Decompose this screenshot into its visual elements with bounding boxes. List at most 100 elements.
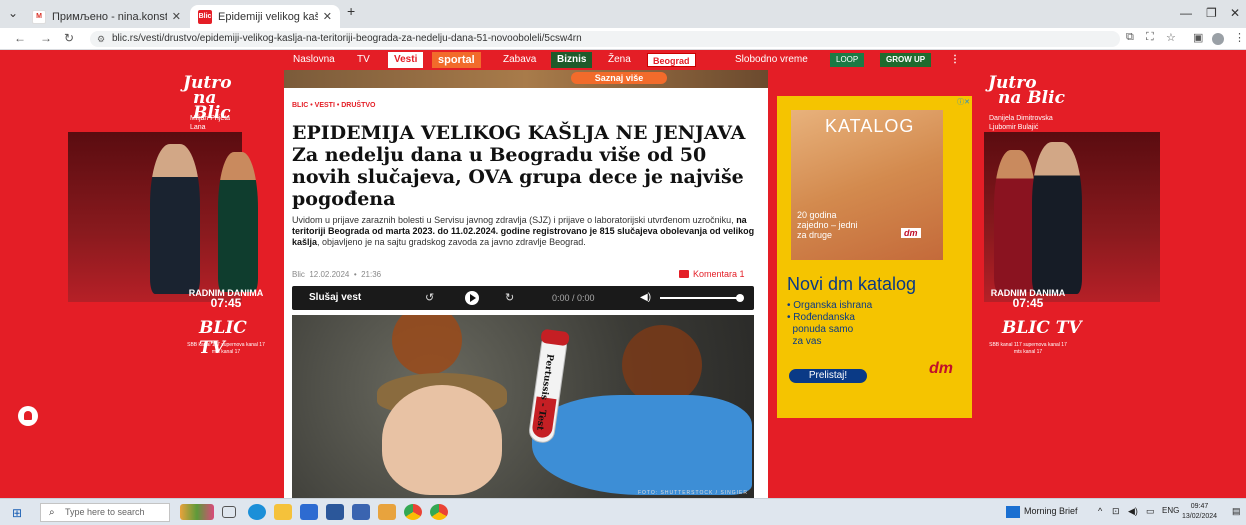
windows-start-icon[interactable]: ⊞ — [12, 506, 22, 520]
tab-list-icon[interactable]: ⌄ — [8, 6, 18, 20]
volume-knob[interactable] — [736, 294, 744, 302]
chrome-icon[interactable] — [430, 504, 448, 520]
dm-ad-title: Novi dm katalog — [787, 274, 917, 294]
nav-biznis[interactable]: Biznis — [551, 52, 593, 68]
nav-naslovna[interactable]: Naslovna — [293, 50, 335, 70]
nav-loop[interactable]: LOOP — [830, 53, 865, 67]
nav-sportal[interactable]: sportal — [432, 52, 481, 68]
ad-hosts: Danijela Dimitrovska Ljubomir Bulajić — [989, 115, 1053, 131]
new-tab-icon[interactable]: + — [347, 3, 355, 19]
article-photo[interactable]: Pertussis - Test FOTO: SHUTTERSTOCK / SI… — [292, 315, 754, 498]
weather-icon[interactable] — [1006, 506, 1020, 518]
dm-catalog-ad[interactable]: ⓘ✕ KATALOG 20 godina zajedno – jedni za … — [777, 96, 972, 418]
taskbar: ⊞ ⌕ Type here to search Morning Brief ^ … — [0, 498, 1246, 525]
article-headline: EPIDEMIJA VELIKOG KAŠLJA NE JENJAVA Za n… — [292, 122, 746, 210]
radnim-danima: RADNIM DANIMA 07:45 — [990, 288, 1066, 310]
nav-zabava[interactable]: Zabava — [503, 50, 536, 70]
tab-title: Примљено - nina.konstantinovic — [52, 10, 167, 23]
address-bar: ← → ↻ ⚙ blic.rs/vesti/drustvo/epidemiji-… — [0, 28, 1246, 50]
ad-choices-icon[interactable]: ⓘ✕ — [957, 97, 970, 107]
prelistaj-button[interactable]: Prelistaj! — [789, 369, 867, 383]
language-indicator[interactable]: ENG — [1162, 506, 1179, 515]
tab-gmail[interactable]: M Примљено - nina.konstantinovic ✕ — [24, 5, 189, 28]
close-window-icon[interactable]: ✕ — [1230, 6, 1240, 20]
chrome-icon[interactable] — [404, 504, 422, 520]
search-icon: ⌕ — [49, 507, 55, 518]
nav-more-icon[interactable]: ⋮ — [950, 50, 960, 70]
female-host — [218, 152, 258, 292]
comments-link[interactable]: Komentara 1 — [679, 269, 745, 279]
notifications-icon[interactable]: ▤ — [1232, 506, 1241, 517]
back-icon[interactable]: ← — [14, 31, 26, 45]
nav-beograd[interactable]: Beograd — [647, 53, 696, 67]
nav-zena[interactable]: Žena — [608, 50, 631, 70]
article-meta: Blic 12.02.2024 • 21:36 — [292, 270, 382, 279]
translate-icon[interactable]: ⛶ — [1146, 31, 1154, 44]
site-info-icon[interactable]: ⚙ — [97, 31, 105, 47]
right-side-ad[interactable]: Jutro na Blic Danijela Dimitrovska Ljubo… — [984, 70, 1226, 498]
nav-grow-up[interactable]: GROW UP — [880, 53, 932, 67]
word-icon[interactable] — [326, 504, 344, 520]
studio-photo — [68, 132, 258, 302]
virus-shape — [622, 325, 702, 405]
female-host — [994, 150, 1036, 292]
minimize-icon[interactable]: — — [1180, 6, 1192, 20]
sidepanel-icon[interactable]: ▣ — [1193, 31, 1203, 44]
saznaj-vise-button[interactable]: Saznaj više — [571, 72, 667, 84]
battery-icon[interactable]: ▭ — [1146, 506, 1155, 517]
anniversary-text: 20 godina zajedno – jedni za druge — [797, 210, 858, 240]
dm-small-logo: dm — [901, 228, 921, 238]
url-text: blic.rs/vesti/drustvo/epidemiji-velikog-… — [112, 33, 582, 44]
blic-tv-logo: BLIC TV — [1002, 318, 1082, 338]
radnim-danima: RADNIM DANIMA 07:45 — [188, 288, 264, 310]
volume-icon[interactable]: ◀) — [640, 292, 651, 303]
tab-title: Epidemiji velikog kašlja na teritoriji — [218, 10, 318, 23]
url-field[interactable]: ⚙ blic.rs/vesti/drustvo/epidemiji-veliko… — [90, 31, 1120, 47]
volume-slider[interactable] — [660, 297, 740, 299]
studio-photo — [984, 132, 1160, 302]
close-icon[interactable]: ✕ — [323, 10, 332, 23]
blic-icon: Blic — [198, 9, 212, 24]
volume-icon[interactable]: ◀) — [1128, 506, 1138, 517]
close-icon[interactable]: ✕ — [172, 10, 181, 23]
menu-icon[interactable]: ⋮ — [1234, 31, 1245, 44]
clock[interactable]: 09:47 13/02/2024 — [1182, 502, 1217, 522]
player-time: 0:00 / 0:00 — [552, 293, 595, 303]
network-icon[interactable]: ⊡ — [1112, 506, 1120, 517]
profile-avatar[interactable] — [1212, 33, 1224, 45]
channel-list: SBB kanal 117 supernova kanal 17 mts kan… — [187, 342, 265, 355]
breadcrumb[interactable]: BLIC • VESTI • DRUŠTVO — [292, 102, 375, 109]
edge-icon[interactable] — [248, 504, 266, 520]
file-explorer-icon[interactable] — [274, 504, 292, 520]
play-button[interactable] — [465, 291, 479, 305]
notification-bell-icon[interactable] — [18, 406, 38, 426]
nav-vesti[interactable]: Vesti — [388, 52, 424, 68]
reload-icon[interactable]: ↻ — [64, 31, 74, 45]
bookmark-star-icon[interactable]: ☆ — [1166, 31, 1176, 44]
tab-blic[interactable]: Blic Epidemiji velikog kašlja na teritor… — [190, 5, 340, 28]
tray-up-icon[interactable]: ^ — [1098, 506, 1102, 516]
app-icon[interactable] — [378, 504, 396, 520]
web-page: Naslovna TV Vesti sportal Zabava Biznis … — [0, 50, 1246, 498]
nav-tv[interactable]: TV — [357, 50, 370, 70]
forward-icon[interactable]: ↻ — [505, 291, 514, 304]
nav-slobodno-vreme[interactable]: Slobodno vreme — [735, 50, 808, 70]
top-banner-ad[interactable]: Saznaj više — [284, 70, 768, 88]
article: BLIC • VESTI • DRUŠTVO EPIDEMIJA VELIKOG… — [284, 88, 768, 498]
forward-icon[interactable]: → — [40, 31, 52, 45]
task-view-icon[interactable] — [222, 506, 236, 518]
cast-icon[interactable]: ⧉ — [1126, 31, 1134, 44]
katalog-title: KATALOG — [825, 116, 915, 136]
store-icon[interactable] — [300, 504, 318, 520]
widgets-icon[interactable] — [180, 504, 214, 520]
news-widget[interactable]: Morning Brief — [1024, 506, 1078, 516]
blue-glove — [532, 395, 752, 495]
browser-tab-strip: ⌄ M Примљено - nina.konstantinovic ✕ Bli… — [0, 0, 1246, 28]
left-side-ad[interactable]: Jutro na Blic Miljan Prljeta Lana Bogdan… — [0, 70, 265, 498]
restore-icon[interactable]: ❐ — [1206, 6, 1217, 20]
virus-shape — [392, 315, 462, 375]
taskbar-search[interactable]: ⌕ Type here to search — [40, 503, 170, 522]
gmail-icon: M — [32, 9, 46, 24]
rewind-icon[interactable]: ↺ — [425, 291, 434, 304]
app-icon[interactable] — [352, 504, 370, 520]
